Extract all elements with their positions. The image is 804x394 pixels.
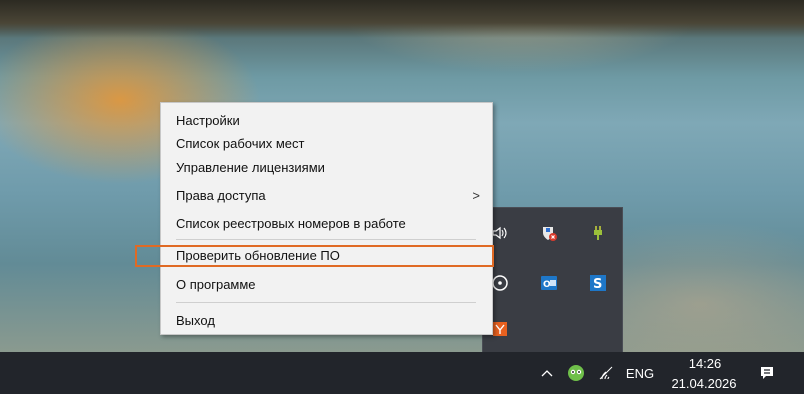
- menu-item-access-rights[interactable]: Права доступа >: [161, 185, 492, 207]
- notification-icon[interactable]: [756, 362, 778, 384]
- menu-item-settings[interactable]: Настройки: [161, 110, 492, 132]
- skype-s-icon[interactable]: S: [587, 272, 609, 294]
- menu-item-label: Права доступа: [176, 188, 266, 203]
- wifi-icon[interactable]: [596, 364, 616, 382]
- menu-separator: [176, 239, 476, 240]
- menu-item-workstations[interactable]: Список рабочих мест: [161, 133, 492, 155]
- taskbar: ENG 14:26 21.04.2026: [0, 352, 804, 394]
- menu-item-licenses[interactable]: Управление лицензиями: [161, 157, 492, 179]
- chevron-up-icon[interactable]: [538, 364, 556, 382]
- context-menu: Настройки Список рабочих мест Управление…: [135, 102, 494, 335]
- menu-item-label: Проверить обновление ПО: [176, 248, 340, 263]
- power-plug-icon[interactable]: [587, 222, 609, 244]
- clock-date[interactable]: 21.04.2026: [664, 374, 744, 392]
- menu-item-check-update[interactable]: Проверить обновление ПО: [135, 245, 494, 267]
- submenu-arrow-icon: >: [472, 188, 480, 203]
- outlook-icon[interactable]: O: [538, 272, 560, 294]
- menu-separator: [176, 302, 476, 303]
- clock-time[interactable]: 14:26: [670, 354, 740, 372]
- menu-item-label: О программе: [176, 277, 256, 292]
- svg-text:O: O: [543, 280, 551, 290]
- menu-item-about[interactable]: О программе: [161, 274, 492, 296]
- tray-overflow-panel: O S: [482, 207, 623, 353]
- shield-alert-icon[interactable]: [538, 222, 560, 244]
- menu-item-registry-numbers[interactable]: Список реестровых номеров в работе: [161, 213, 492, 235]
- menu-item-label: Управление лицензиями: [176, 160, 325, 175]
- menu-item-label: Выход: [176, 313, 215, 328]
- language-indicator[interactable]: ENG: [622, 364, 658, 382]
- menu-item-label: Настройки: [176, 113, 240, 128]
- app-tray-icon[interactable]: [566, 363, 586, 383]
- menu-item-exit[interactable]: Выход: [161, 310, 492, 332]
- wallpaper-shore: [0, 0, 804, 38]
- menu-item-label: Список рабочих мест: [176, 136, 305, 151]
- menu-item-label: Список реестровых номеров в работе: [176, 216, 406, 231]
- svg-text:S: S: [593, 277, 602, 292]
